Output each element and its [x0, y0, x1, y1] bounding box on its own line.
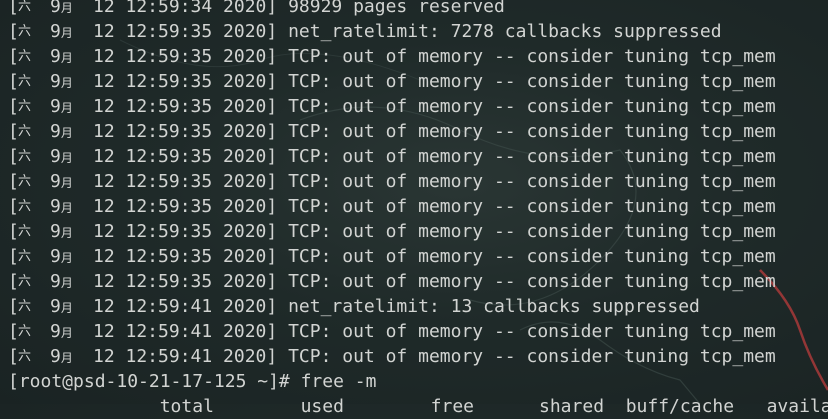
log-month: 9月 — [50, 244, 73, 271]
month-number: 9 — [50, 346, 61, 367]
log-message: 12 12:59:35 2020] TCP: out of memory -- … — [93, 46, 776, 67]
log-day: 六 — [18, 49, 32, 64]
log-line: [六 9月 12 12:59:35 2020] TCP: out of memory… — [8, 119, 828, 144]
log-day: 六 — [18, 299, 32, 314]
log-month: 9月 — [50, 194, 73, 221]
log-line: [六 9月 12 12:59:35 2020] TCP: out of memory… — [8, 244, 828, 269]
log-month: 9月 — [50, 294, 73, 321]
month-char: 月 — [60, 326, 73, 340]
month-number: 9 — [50, 96, 61, 117]
log-line: [六 9月 12 12:59:41 2020] TCP: out of memory… — [8, 319, 828, 344]
log-message: 12 12:59:35 2020] TCP: out of memory -- … — [93, 146, 776, 167]
log-line: [六 9月 12 12:59:41 2020] TCP: out of memory… — [8, 344, 828, 369]
terminal-output[interactable]: [六 9月 12 12:59:34 2020] 98929 pages reserv… — [8, 0, 828, 419]
log-month: 9月 — [50, 119, 73, 146]
month-char: 月 — [60, 1, 73, 15]
log-line: [六 9月 12 12:59:35 2020] TCP: out of memory… — [8, 69, 828, 94]
log-day: 六 — [18, 274, 32, 289]
log-day: 六 — [18, 174, 32, 189]
month-number: 9 — [50, 171, 61, 192]
month-char: 月 — [60, 201, 73, 215]
prompt-text: [root@psd-10-21-17-125 ~]# free -m — [8, 371, 377, 392]
log-month: 9月 — [50, 319, 73, 346]
month-number: 9 — [50, 221, 61, 242]
month-char: 月 — [60, 226, 73, 240]
log-day: 六 — [18, 224, 32, 239]
log-message: 12 12:59:35 2020] TCP: out of memory -- … — [93, 271, 776, 292]
month-number: 9 — [50, 0, 61, 17]
log-month: 9月 — [50, 169, 73, 196]
log-day: 六 — [18, 24, 32, 39]
log-day: 六 — [18, 324, 32, 339]
month-number: 9 — [50, 271, 61, 292]
log-message: 12 12:59:35 2020] TCP: out of memory -- … — [93, 171, 776, 192]
log-line: [六 9月 12 12:59:35 2020] net_ratelimit: 727… — [8, 19, 828, 44]
log-month: 9月 — [50, 0, 73, 21]
log-message: 12 12:59:35 2020] TCP: out of memory -- … — [93, 246, 776, 267]
log-day: 六 — [18, 149, 32, 164]
log-message: 12 12:59:34 2020] 98929 pages reserved — [93, 0, 505, 17]
month-number: 9 — [50, 21, 61, 42]
log-month: 9月 — [50, 69, 73, 96]
month-char: 月 — [60, 176, 73, 190]
log-month: 9月 — [50, 144, 73, 171]
log-line: [六 9月 12 12:59:34 2020] 98929 pages reserv… — [8, 0, 828, 19]
month-number: 9 — [50, 71, 61, 92]
log-month: 9月 — [50, 269, 73, 296]
log-day: 六 — [18, 124, 32, 139]
log-message: 12 12:59:35 2020] TCP: out of memory -- … — [93, 196, 776, 217]
log-message: 12 12:59:35 2020] net_ratelimit: 7278 ca… — [93, 21, 722, 42]
log-day: 六 — [18, 99, 32, 114]
month-char: 月 — [60, 301, 73, 315]
log-line: [六 9月 12 12:59:35 2020] TCP: out of memory… — [8, 269, 828, 294]
month-number: 9 — [50, 321, 61, 342]
month-number: 9 — [50, 46, 61, 67]
log-line: [六 9月 12 12:59:35 2020] TCP: out of memory… — [8, 219, 828, 244]
month-char: 月 — [60, 251, 73, 265]
log-message: 12 12:59:35 2020] TCP: out of memory -- … — [93, 221, 776, 242]
log-day: 六 — [18, 249, 32, 264]
log-day: 六 — [18, 199, 32, 214]
log-month: 9月 — [50, 344, 73, 371]
log-message: 12 12:59:41 2020] TCP: out of memory -- … — [93, 346, 776, 367]
month-char: 月 — [60, 151, 73, 165]
month-number: 9 — [50, 146, 61, 167]
log-day: 六 — [18, 349, 32, 364]
log-line: [六 9月 12 12:59:41 2020] net_ratelimit: 13 … — [8, 294, 828, 319]
log-month: 9月 — [50, 219, 73, 246]
month-char: 月 — [60, 351, 73, 365]
log-day: 六 — [18, 74, 32, 89]
log-message: 12 12:59:35 2020] TCP: out of memory -- … — [93, 121, 776, 142]
log-month: 9月 — [50, 94, 73, 121]
month-number: 9 — [50, 296, 61, 317]
log-month: 9月 — [50, 44, 73, 71]
month-char: 月 — [60, 276, 73, 290]
log-month: 9月 — [50, 19, 73, 46]
month-char: 月 — [60, 126, 73, 140]
log-line: [六 9月 12 12:59:35 2020] TCP: out of memory… — [8, 144, 828, 169]
month-char: 月 — [60, 51, 73, 65]
month-number: 9 — [50, 246, 61, 267]
log-line: [六 9月 12 12:59:35 2020] TCP: out of memory… — [8, 194, 828, 219]
log-message: 12 12:59:35 2020] TCP: out of memory -- … — [93, 71, 776, 92]
shell-prompt-line: [root@psd-10-21-17-125 ~]# free -m — [8, 369, 828, 394]
month-number: 9 — [50, 196, 61, 217]
log-day: 六 — [18, 0, 32, 14]
log-line: [六 9月 12 12:59:35 2020] TCP: out of memory… — [8, 44, 828, 69]
header-text: total used free shared buff/cache availa… — [8, 396, 828, 417]
free-output-header: total used free shared buff/cache availa… — [8, 394, 828, 419]
log-message: 12 12:59:35 2020] TCP: out of memory -- … — [93, 96, 776, 117]
log-message: 12 12:59:41 2020] net_ratelimit: 13 call… — [93, 296, 700, 317]
month-number: 9 — [50, 121, 61, 142]
log-line: [六 9月 12 12:59:35 2020] TCP: out of memory… — [8, 94, 828, 119]
month-char: 月 — [60, 76, 73, 90]
month-char: 月 — [60, 26, 73, 40]
month-char: 月 — [60, 101, 73, 115]
log-line: [六 9月 12 12:59:35 2020] TCP: out of memory… — [8, 169, 828, 194]
log-message: 12 12:59:41 2020] TCP: out of memory -- … — [93, 321, 776, 342]
